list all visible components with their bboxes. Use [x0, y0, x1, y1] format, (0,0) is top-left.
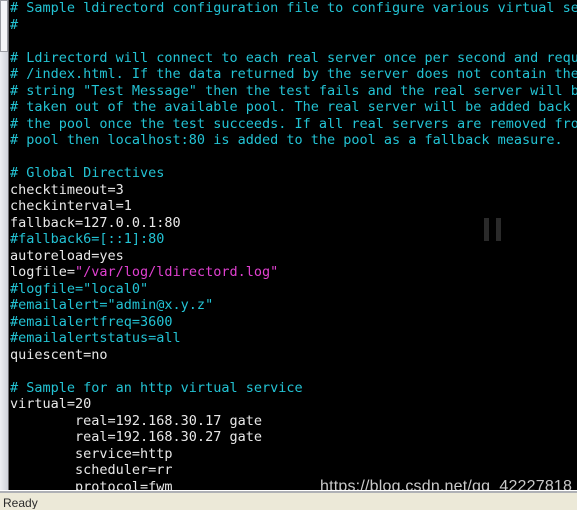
status-bar-label: Ready: [3, 497, 38, 509]
editor-text-segment: #: [10, 16, 19, 33]
editor-line: autoreload=yes: [10, 248, 577, 265]
app-root: # Sample ldirectord configuration file t…: [0, 0, 577, 510]
editor-text-segment: # taken out of the available pool. The r…: [10, 99, 577, 115]
editor-text-segment: protocol=fwm: [10, 478, 173, 491]
editor-text-segment: autoreload=yes: [10, 247, 124, 264]
pause-icon-bar-left: [484, 218, 489, 241]
terminal-window[interactable]: # Sample ldirectord configuration file t…: [0, 0, 577, 490]
editor-text-segment: # string "Test Message" then the test fa…: [10, 82, 577, 99]
editor-line: real=192.168.30.17 gate: [10, 413, 577, 430]
editor-line: # Sample ldirectord configuration file t…: [10, 0, 577, 17]
editor-line: virtual=20: [10, 396, 577, 413]
pause-icon-bar-right: [496, 218, 501, 241]
editor-line: # pool then localhost:80 is added to the…: [10, 132, 577, 149]
editor-line: real=192.168.30.27 gate: [10, 429, 577, 446]
editor-text-segment: #emailalertstatus=all: [10, 330, 181, 346]
editor-text-segment: virtual=20: [10, 396, 92, 412]
editor-line: # string "Test Message" then the test fa…: [10, 83, 577, 100]
scrollbar-thumb[interactable]: [0, 0, 8, 52]
editor-line: # Global Directives: [10, 165, 577, 182]
editor-text-segment: # Sample ldirectord configuration file t…: [10, 0, 577, 16]
editor-text-segment: quiescent=no: [10, 346, 108, 363]
editor-text-segment: real=192.168.30.17 gate: [10, 412, 262, 429]
editor-text-segment: # /index.html. If the data returned by t…: [10, 66, 577, 82]
editor-text-segment: fallback=127.0.0.1:80: [10, 214, 181, 231]
editor-text-segment: # pool then localhost:80 is added to the…: [10, 132, 563, 148]
editor-text-segment: # Ldirectord will connect to each real s…: [10, 49, 577, 66]
editor-text-segment: checkinterval=1: [10, 198, 132, 214]
editor-text-segment: real=192.168.30.27 gate: [10, 429, 262, 445]
editor-text-segment: service=http: [10, 445, 173, 462]
watermark-url: https://blog.csdn.net/qq_42227818: [320, 478, 573, 490]
status-bar-divider: [0, 491, 577, 493]
editor-line: #emailalertstatus=all: [10, 330, 577, 347]
editor-text-segment: #emailalert="admin@x.y.z": [10, 297, 214, 313]
editor-line: #emailalertfreq=3600: [10, 314, 577, 331]
editor-text-segment: # Global Directives: [10, 165, 165, 181]
editor-line: checktimeout=3: [10, 182, 577, 199]
editor-text-segment: scheduler=rr: [10, 462, 173, 478]
editor-line: #emailalert="admin@x.y.z": [10, 297, 577, 314]
editor-text-segment: #fallback6=[::1]:80: [10, 231, 165, 247]
pause-icon: [484, 218, 501, 241]
editor-line: quiescent=no: [10, 347, 577, 364]
editor-text-segment: #emailalertfreq=3600: [10, 313, 173, 330]
editor-text-segment: checktimeout=3: [10, 181, 124, 198]
editor-line: checkinterval=1: [10, 198, 577, 215]
editor-line: # the pool once the test succeeds. If al…: [10, 116, 577, 133]
editor-line: # Ldirectord will connect to each real s…: [10, 50, 577, 67]
editor-line: logfile="/var/log/ldirectord.log": [10, 264, 577, 281]
editor-line: # Sample for an http virtual service: [10, 380, 577, 397]
editor-text-segment: # Sample for an http virtual service: [10, 379, 303, 396]
editor-line: # taken out of the available pool. The r…: [10, 99, 577, 116]
editor-text-segment: #logfile="local0": [10, 280, 149, 297]
editor-text-segment: # the pool once the test succeeds. If al…: [10, 115, 577, 132]
status-bar: Ready: [0, 490, 577, 510]
vertical-scrollbar[interactable]: [0, 0, 9, 490]
scrollbar-track[interactable]: [0, 0, 8, 490]
editor-text-segment: "/var/log/ldirectord.log": [75, 264, 279, 280]
editor-line: #logfile="local0": [10, 281, 577, 298]
editor-line: scheduler=rr: [10, 462, 577, 479]
editor-line: #: [10, 17, 577, 34]
editor-text-area[interactable]: # Sample ldirectord configuration file t…: [10, 0, 577, 490]
editor-line: # /index.html. If the data returned by t…: [10, 66, 577, 83]
editor-line: service=http: [10, 446, 577, 463]
editor-text-segment: logfile=: [10, 264, 76, 280]
